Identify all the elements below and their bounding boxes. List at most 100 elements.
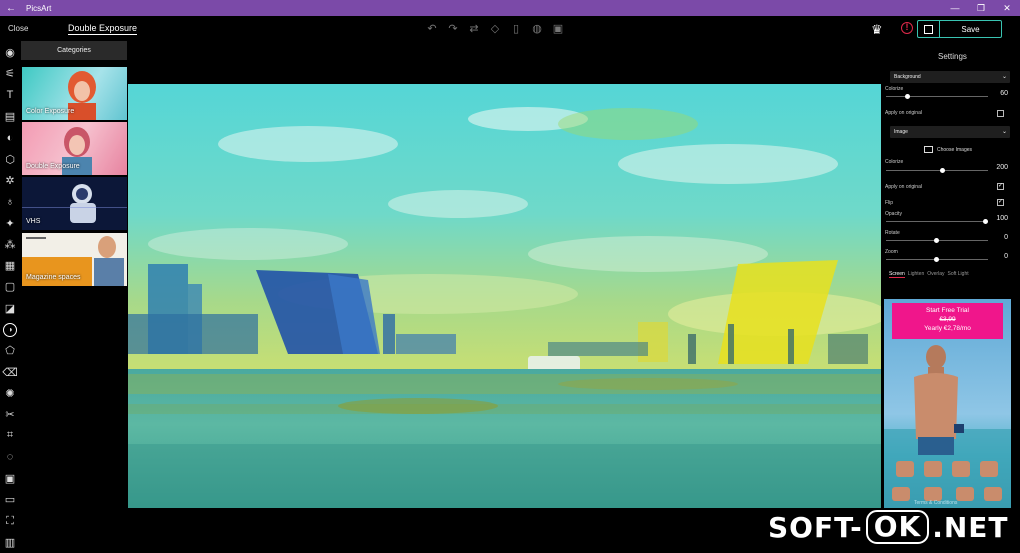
close-window-icon[interactable]: ✕ [994,3,1020,14]
brush-icon[interactable]: ♁ [0,191,20,212]
slider-thumb[interactable] [934,257,939,262]
effects-icon[interactable]: ⁂ [0,234,20,255]
restore-icon[interactable]: ❐ [968,3,994,14]
watermark: SOFT- OK .NET [768,510,1009,544]
collage-icon[interactable]: ▥ [0,532,20,553]
double-exposure-image [128,84,881,508]
clone-icon[interactable]: ✺ [0,383,20,404]
crop-icon[interactable]: ⌗ [0,425,20,446]
zoom-label: Zoom [885,249,898,255]
blend-mode-soft-light[interactable]: Soft Light [947,271,968,278]
circle-select-icon[interactable]: ◌ [0,447,20,468]
save-button[interactable]: Save [940,25,1001,34]
tool-title: Double Exposure [68,23,138,35]
colorize-value: 200 [996,164,1008,171]
chevron-down-icon: ⌄ [1001,74,1007,80]
minimize-icon[interactable]: — [942,3,968,13]
promo-ad[interactable]: Start Free Trial €3,99 Yearly €2,78/mo T… [884,299,1011,508]
watermark-mid: OK [865,510,930,544]
editor-toolbar: Close Double Exposure ↶ ↷ ⇄ ◇ ▯ ◍ ▣ ♛ ! … [0,16,1020,42]
blend-mode-lighten[interactable]: Lighten [908,271,924,278]
eye-icon[interactable]: ◉ [0,42,20,63]
colorize-label: Colorize [885,159,904,165]
rotate-value: 0 [1004,234,1008,241]
flip-checkbox[interactable]: ✓ [997,199,1004,206]
left-tool-rail: ◉ ⚟ T ▤ ◐ ⬡ ✲ ♁ ✦ ⁂ ▦ ▢ ◪ ◑ ⬠ ⌫ ✺ ✂ ⌗ ◌ … [0,42,20,553]
watermark-right: .NET [932,510,1009,544]
app-title: PicsArt [26,3,52,13]
undo-icon[interactable]: ↶ [425,22,439,36]
slider-thumb[interactable] [905,94,910,99]
chevron-down-icon: ⌄ [1001,129,1007,135]
slider-thumb[interactable] [940,168,945,173]
adjust-icon[interactable]: ⚟ [0,63,20,84]
blend-mode-screen[interactable]: Screen [889,271,905,278]
dropdown-value: Background [894,74,921,80]
frame-icon[interactable]: ▢ [0,276,20,297]
apply-original-label: Apply on original [885,184,922,190]
text-icon[interactable]: T [0,85,20,106]
blend-mode-overlay[interactable]: Overlay [927,271,944,278]
texture-icon[interactable]: ▦ [0,255,20,276]
background-dropdown[interactable]: Background ⌄ [890,71,1010,83]
opacity-slider[interactable] [886,219,988,224]
image-icon [924,146,933,153]
magic-icon[interactable]: ✲ [0,170,20,191]
picture-icon[interactable]: ▭ [0,489,20,510]
square-fit-icon[interactable]: ▣ [0,468,20,489]
redo-icon[interactable]: ↷ [446,22,460,36]
alert-icon[interactable]: ! [901,22,913,34]
eraser-tool-icon[interactable]: ⌫ [0,361,20,382]
image-dropdown[interactable]: Image ⌄ [890,126,1010,138]
effect-label: VHS [26,218,41,225]
ad-old-price: €3,99 [939,316,956,323]
cutout-icon[interactable]: ✂ [0,404,20,425]
colorize-slider[interactable] [886,168,988,173]
effect-label: Color Exposure [26,108,75,115]
flip-label: Flip [885,200,894,206]
double-exposure-icon[interactable]: ◑ [0,319,20,340]
repeat-icon[interactable]: ⇄ [467,22,481,36]
globe-icon[interactable]: ◍ [530,22,544,36]
ad-terms-link[interactable]: Terms & Conditions [914,500,957,506]
zoom-slider[interactable] [886,257,988,262]
delete-icon[interactable]: ▯ [509,22,523,36]
zoom-value: 0 [1004,253,1008,260]
eraser-icon[interactable]: ◇ [488,22,502,36]
opacity-value: 100 [996,215,1008,222]
shape-icon[interactable]: ⬡ [0,148,20,169]
rotate-label: Rotate [885,230,900,236]
mask-icon[interactable]: ◐ [0,127,20,148]
close-button[interactable]: Close [8,24,28,33]
effect-thumb-double-exposure[interactable]: Double Exposure [22,122,127,175]
slider-thumb[interactable] [934,238,939,243]
effect-thumb-magazine[interactable]: Magazine spaces [22,233,127,286]
share-icon[interactable] [918,20,940,38]
ad-line-3: Yearly €2,78/mo [924,325,971,332]
ad-banner[interactable]: Start Free Trial €3,99 Yearly €2,78/mo [892,303,1003,339]
effect-thumb-color-exposure[interactable]: Color Exposure [22,67,127,120]
border-icon[interactable]: ◪ [0,298,20,319]
image-canvas[interactable] [128,84,881,508]
sticker-icon[interactable]: ▤ [0,106,20,127]
categories-button[interactable]: Categories [21,41,127,60]
history-tools: ↶ ↷ ⇄ ◇ ▯ ◍ ▣ [425,22,565,36]
colorize-value: 60 [1000,90,1008,97]
crown-icon[interactable]: ♛ [871,22,883,38]
rotate-slider[interactable] [886,238,988,243]
choose-images-button[interactable]: Choose Images [924,146,972,153]
gallery-icon[interactable]: ⛶ [0,511,20,532]
colorize-slider[interactable] [886,94,988,99]
blend-mode-tabs: Screen Lighten Overlay Soft Light [889,271,969,278]
effect-thumb-vhs[interactable]: VHS [22,177,127,230]
back-arrow-icon[interactable]: ← [0,3,22,14]
apply-original-checkbox[interactable]: ✓ [997,183,1004,190]
sparkle-icon[interactable]: ✦ [0,212,20,233]
fullscreen-icon[interactable]: ▣ [551,22,565,36]
slider-thumb[interactable] [983,219,988,224]
opacity-label: Opacity [885,211,902,217]
watermark-left: SOFT- [768,510,863,544]
effect-label: Double Exposure [26,163,80,170]
apply-original-checkbox[interactable] [997,110,1004,117]
shapes-icon[interactable]: ⬠ [0,340,20,361]
